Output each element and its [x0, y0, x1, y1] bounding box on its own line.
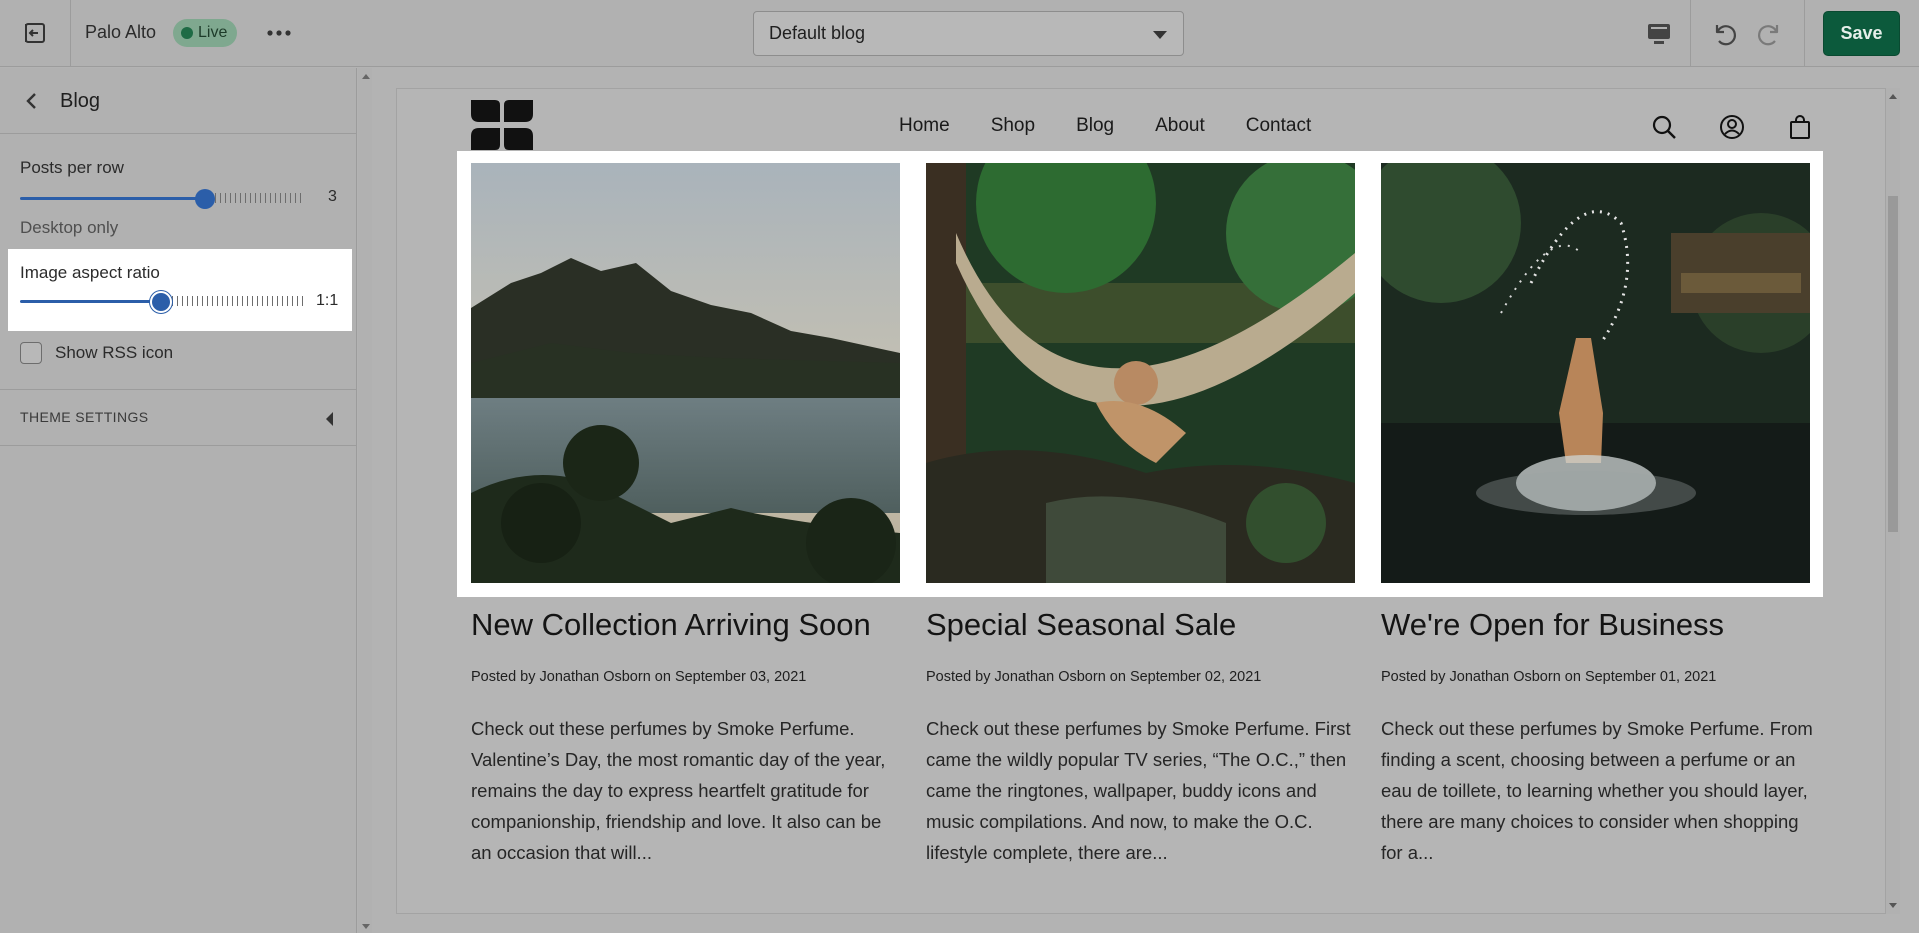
divider [70, 0, 71, 67]
top-bar: Palo Alto Live Default blog Save [0, 0, 1919, 67]
scroll-down-icon[interactable] [362, 924, 370, 929]
exit-icon [25, 23, 45, 43]
slider-ticks [172, 296, 303, 306]
desktop-icon [1648, 24, 1670, 44]
post-title-3[interactable]: We're Open for Business [1381, 607, 1724, 643]
chevron-left-icon [26, 93, 36, 109]
slider-ticks [215, 193, 303, 203]
post-meta-2: Posted by Jonathan Osborn on September 0… [926, 669, 1262, 685]
slider-thumb[interactable] [195, 189, 215, 209]
divider [1804, 0, 1805, 67]
section-title: Blog [60, 90, 101, 112]
show-rss-label: Show RSS icon [55, 343, 174, 362]
settings-sidebar: Blog Posts per row 3 Desktop only Image … [0, 68, 357, 933]
more-actions-button[interactable] [262, 20, 296, 46]
post-image-splash [1381, 163, 1810, 583]
main-nav: Home Shop Blog About Contact [899, 115, 1352, 137]
post-title-1[interactable]: New Collection Arriving Soon [471, 607, 871, 643]
divider [0, 445, 357, 446]
post-excerpt-3: Check out these perfumes by Smoke Perfum… [1381, 718, 1813, 863]
posts-per-row-label: Posts per row [20, 158, 124, 177]
sidebar-header: Blog [0, 68, 356, 134]
save-button[interactable]: Save [1823, 11, 1900, 56]
redo-button[interactable] [1752, 16, 1788, 52]
divider [1690, 0, 1691, 67]
slider-track-fill [20, 300, 160, 303]
theme-name: Palo Alto [85, 22, 157, 42]
post-image-hammock [926, 163, 1355, 583]
image-aspect-ratio-label: Image aspect ratio [20, 263, 160, 282]
post-excerpt-1: Check out these perfumes by Smoke Perfum… [471, 718, 886, 863]
nav-blog[interactable]: Blog [1076, 115, 1114, 137]
search-icon [1652, 115, 1676, 139]
scroll-up-icon[interactable] [362, 74, 370, 79]
show-rss-row[interactable]: Show RSS icon [20, 341, 173, 365]
live-badge: Live [173, 19, 238, 47]
post-excerpt-2: Check out these perfumes by Smoke Perfum… [926, 718, 1351, 863]
scroll-up-icon[interactable] [1889, 94, 1897, 99]
live-dot-icon [181, 27, 193, 39]
nav-home[interactable]: Home [899, 115, 950, 137]
store-preview: Home Shop Blog About Contact New Collect… [396, 88, 1886, 914]
template-select-value: Default blog [769, 23, 866, 43]
image-aspect-ratio-value: 1:1 [316, 292, 339, 309]
post-meta-3: Posted by Jonathan Osborn on September 0… [1381, 669, 1717, 685]
store-logo[interactable] [471, 100, 533, 150]
post-image-landscape [471, 163, 900, 583]
theme-settings-toggle[interactable]: THEME SETTINGS [20, 409, 149, 425]
undo-button[interactable] [1706, 16, 1742, 52]
post-image-3[interactable] [1381, 163, 1810, 583]
live-label: Live [198, 24, 228, 41]
caret-left-icon[interactable] [326, 412, 333, 426]
redo-icon [1758, 25, 1779, 46]
undo-icon [1715, 25, 1736, 46]
nav-about[interactable]: About [1155, 115, 1205, 137]
preview-scrollbar[interactable] [1886, 88, 1900, 914]
nav-shop[interactable]: Shop [991, 115, 1035, 137]
show-rss-checkbox[interactable] [20, 342, 42, 364]
post-image-2[interactable] [926, 163, 1355, 583]
posts-per-row-value: 3 [328, 188, 337, 205]
post-title-2[interactable]: Special Seasonal Sale [926, 607, 1236, 643]
scroll-down-icon[interactable] [1889, 903, 1897, 908]
divider [0, 389, 357, 390]
sidebar-scrollbar[interactable] [358, 68, 372, 933]
slider-track-fill [20, 197, 205, 200]
account-button[interactable] [1718, 113, 1746, 141]
chevron-down-icon [1153, 31, 1167, 39]
desktop-preview-button[interactable] [1642, 17, 1676, 51]
ellipsis-icon [267, 30, 291, 36]
post-meta-1: Posted by Jonathan Osborn on September 0… [471, 669, 807, 685]
account-icon [1720, 115, 1744, 139]
template-select[interactable]: Default blog [753, 11, 1184, 56]
desktop-only-hint: Desktop only [20, 218, 119, 237]
exit-editor-button[interactable] [14, 14, 56, 52]
image-aspect-ratio-slider[interactable] [20, 289, 303, 313]
shopping-bag-icon [1790, 115, 1810, 139]
cart-button[interactable] [1786, 113, 1814, 141]
search-button[interactable] [1650, 113, 1678, 141]
posts-per-row-slider[interactable] [20, 186, 303, 210]
back-button[interactable] [20, 89, 42, 113]
scrollbar-thumb[interactable] [1888, 196, 1898, 532]
post-image-1[interactable] [471, 163, 900, 583]
nav-contact[interactable]: Contact [1246, 115, 1311, 137]
slider-thumb[interactable] [150, 291, 172, 313]
